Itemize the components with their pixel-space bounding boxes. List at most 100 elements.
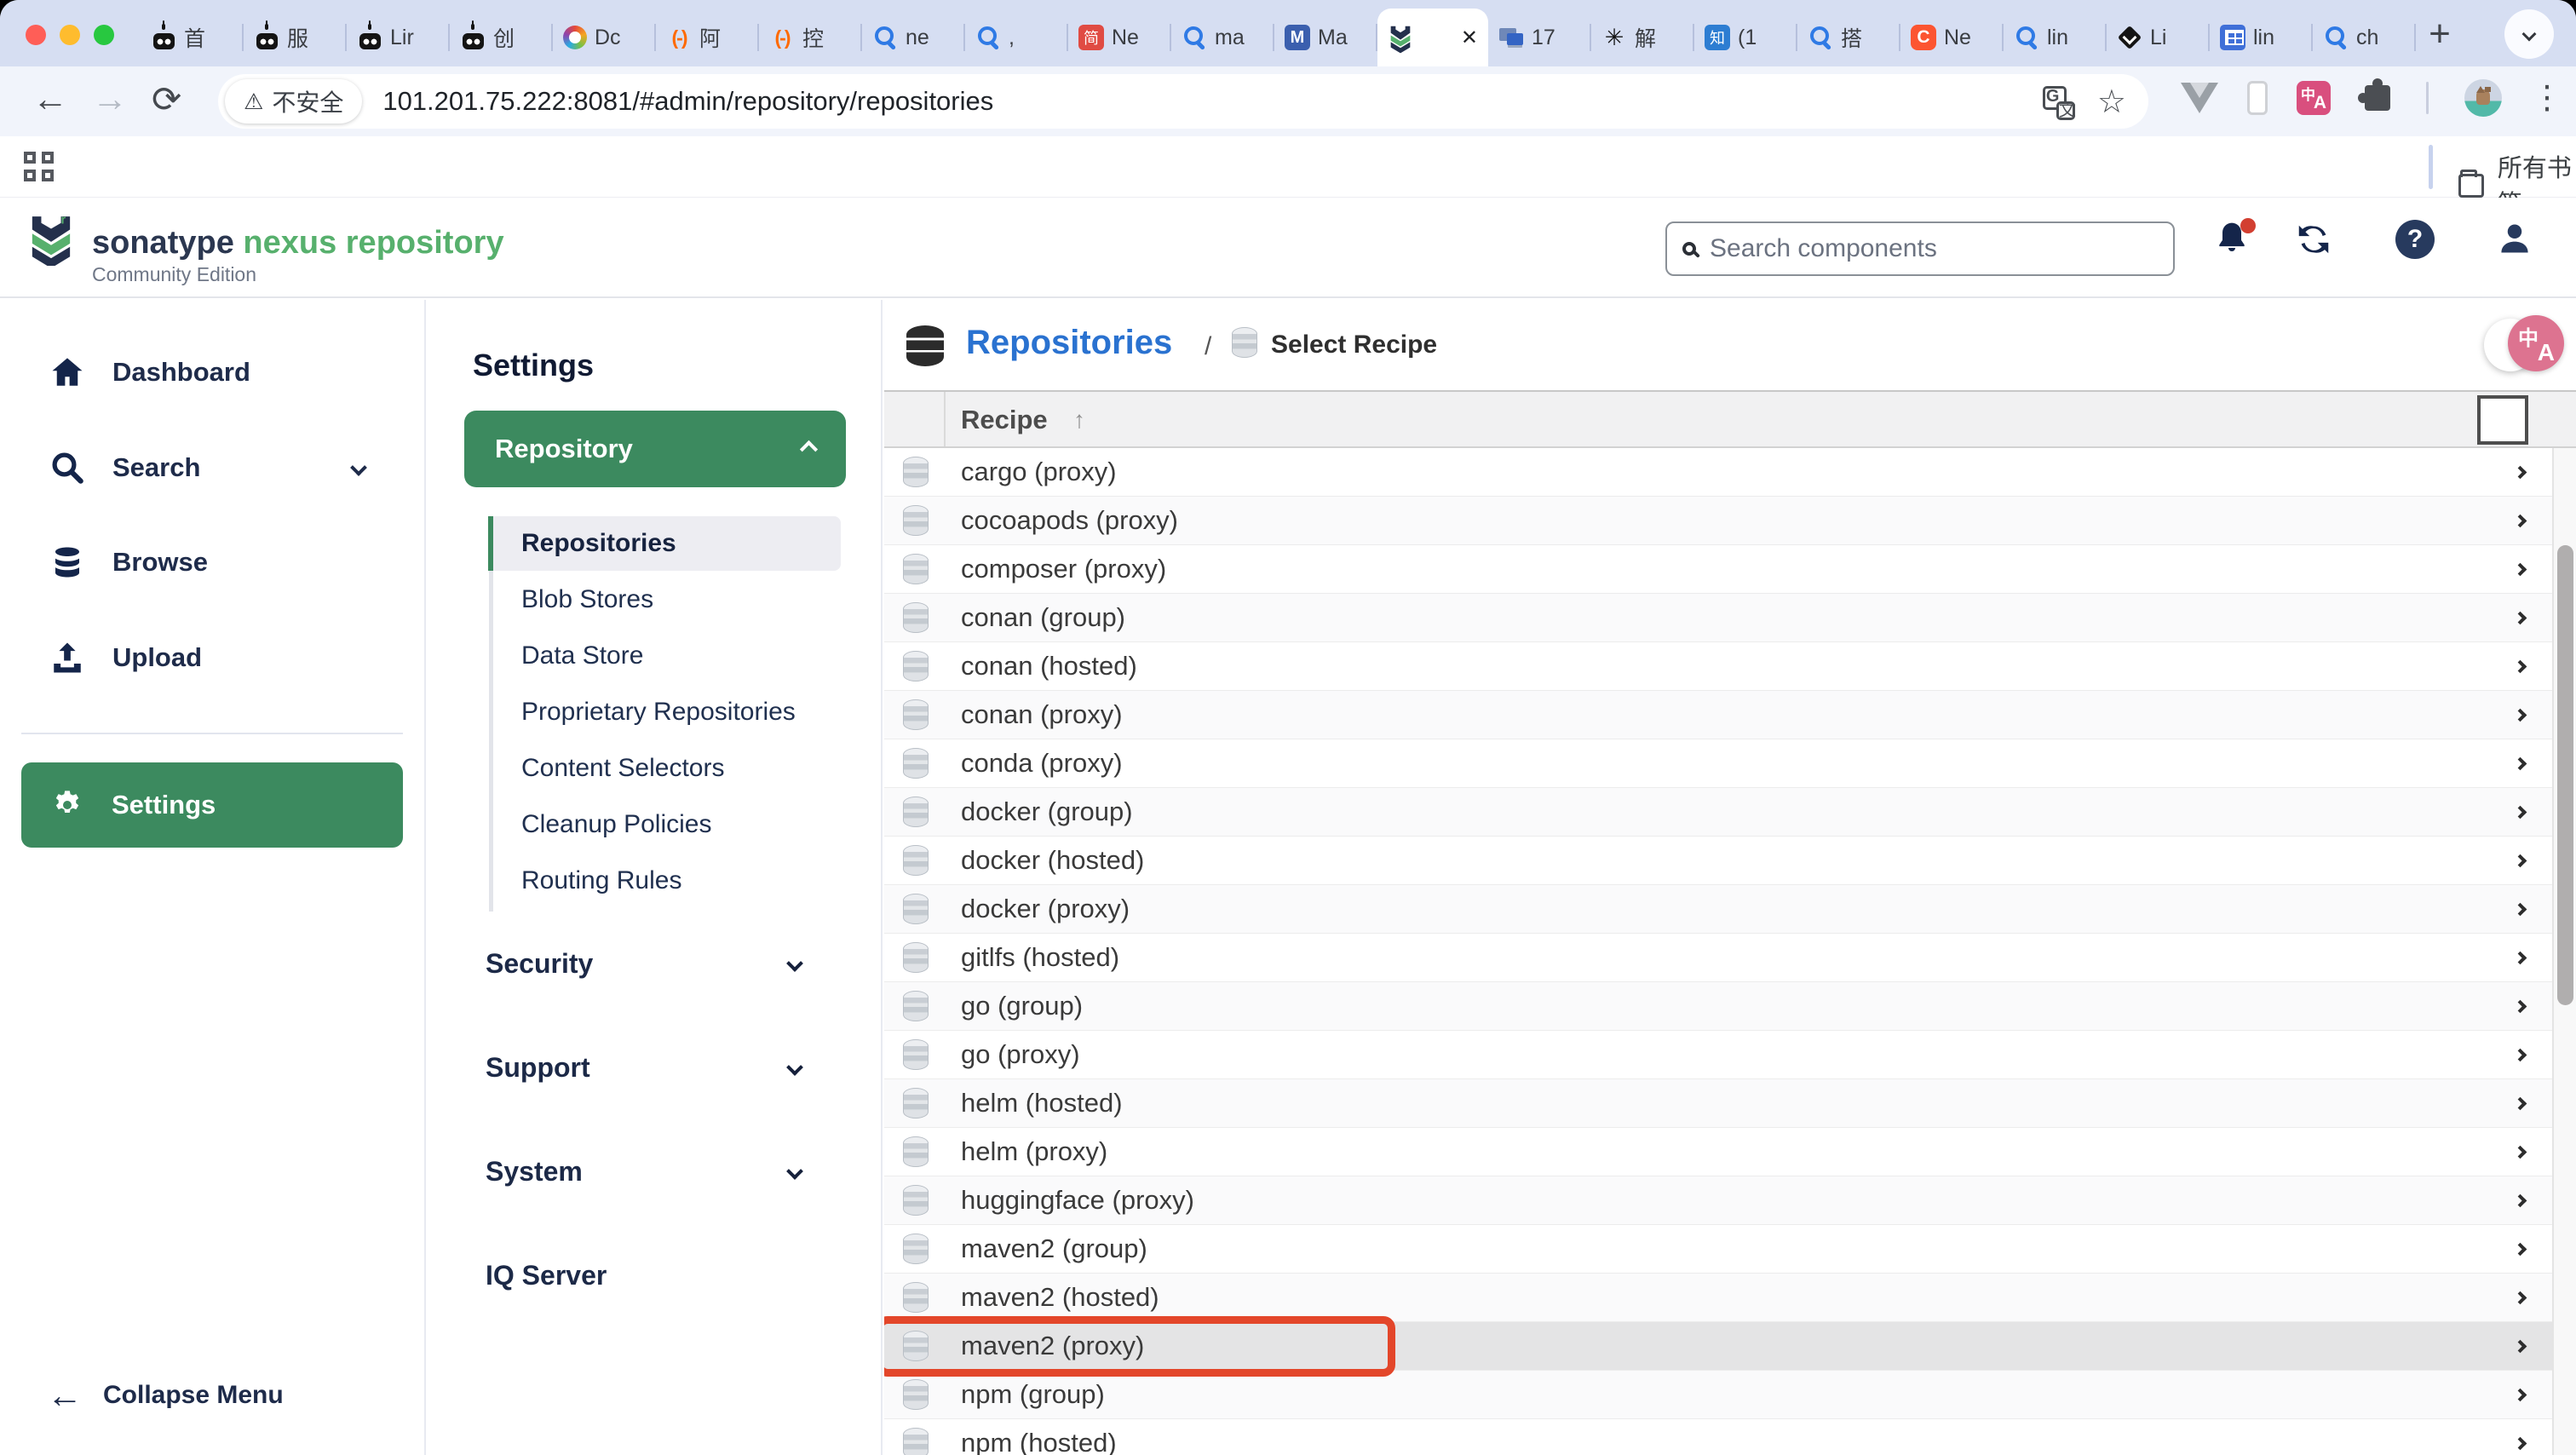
translate-fab-button[interactable]: 中A <box>2508 315 2564 371</box>
sidebar-item-upload[interactable]: Upload <box>0 628 424 687</box>
recipe-row-conan-proxy[interactable]: conan (proxy) <box>884 691 2552 739</box>
section-support[interactable]: Support <box>486 1041 826 1094</box>
recipe-row-conan-group[interactable]: conan (group) <box>884 594 2552 642</box>
browser-tab[interactable]: ma <box>1171 9 1274 66</box>
subnav-item-blob-stores[interactable]: Blob Stores <box>493 572 846 627</box>
recipe-row-maven2-proxy-highlighted[interactable]: maven2 (proxy) <box>884 1322 2552 1371</box>
browser-tab[interactable]: Li <box>2107 9 2210 66</box>
bookmark-star-icon[interactable]: ☆ <box>2097 83 2126 121</box>
site-security-chip[interactable]: ⚠ 不安全 <box>225 79 362 124</box>
browser-tab[interactable]: 简Ne <box>1068 9 1171 66</box>
new-tab-button[interactable]: + <box>2416 10 2464 58</box>
sidebar-item-settings[interactable]: Settings <box>21 762 403 848</box>
subnav-item-proprietary-repositories[interactable]: Proprietary Repositories <box>493 685 846 739</box>
browser-tab[interactable]: ne <box>862 9 965 66</box>
sidebar-item-browse[interactable]: Browse <box>0 532 424 592</box>
subnav-item-content-selectors[interactable]: Content Selectors <box>493 741 846 796</box>
recipe-row-docker-group[interactable]: docker (group) <box>884 788 2552 837</box>
close-window-button[interactable] <box>26 25 46 45</box>
back-button[interactable]: ← <box>32 78 68 119</box>
browser-tab[interactable]: 服 <box>244 9 347 66</box>
vue-devtools-icon[interactable] <box>2181 83 2218 113</box>
search-components-input[interactable] <box>1708 233 2158 264</box>
recipe-row-npm-hosted[interactable]: npm (hosted) <box>884 1419 2552 1455</box>
help-icon[interactable]: ? <box>2395 220 2435 259</box>
recipe-row-helm-hosted[interactable]: helm (hosted) <box>884 1079 2552 1128</box>
recipe-row-go-group[interactable]: go (group) <box>884 982 2552 1031</box>
sort-ascending-icon[interactable]: ↑ <box>1073 406 1085 434</box>
recipe-row-maven2-group[interactable]: maven2 (group) <box>884 1225 2552 1274</box>
address-bar[interactable]: ⚠ 不安全 101.201.75.222:8081/#admin/reposit… <box>218 74 2148 129</box>
browser-tab[interactable]: (-)控 <box>759 9 862 66</box>
collapse-menu-button[interactable]: ← Collapse Menu <box>47 1375 284 1416</box>
recipe-row-conan-hosted[interactable]: conan (hosted) <box>884 642 2552 691</box>
breadcrumb-repositories-link[interactable]: Repositories <box>966 324 1172 362</box>
browser-tab[interactable]: Lir <box>347 9 450 66</box>
recipe-row-go-proxy[interactable]: go (proxy) <box>884 1031 2552 1079</box>
active-tab-nexus[interactable]: ✕ <box>1377 9 1488 66</box>
tab-overflow-button[interactable] <box>2504 9 2554 59</box>
mobile-extension-icon[interactable] <box>2247 81 2268 115</box>
settings-title: Settings <box>473 348 594 383</box>
chevron-down-icon[interactable] <box>350 459 367 476</box>
subnav-item-cleanup-policies[interactable]: Cleanup Policies <box>493 797 846 852</box>
recipe-row-helm-proxy[interactable]: helm (proxy) <box>884 1128 2552 1176</box>
recipe-row-conda-proxy[interactable]: conda (proxy) <box>884 739 2552 788</box>
main-sidebar: Dashboard Search Browse Upload Settings <box>0 300 426 1455</box>
section-system[interactable]: System <box>486 1145 826 1198</box>
reload-button[interactable]: ⟳ <box>152 78 181 120</box>
section-iq-server[interactable]: IQ Server <box>486 1249 826 1302</box>
recipe-column-header[interactable]: Recipe <box>961 405 1048 435</box>
chevron-right-icon <box>2514 708 2527 722</box>
repository-section-button[interactable]: Repository <box>464 411 846 487</box>
zoom-window-button[interactable] <box>94 25 114 45</box>
section-security[interactable]: Security <box>486 937 826 990</box>
apps-grid-icon[interactable] <box>24 152 54 181</box>
forward-button[interactable]: → <box>92 78 128 119</box>
global-search[interactable] <box>1665 221 2175 276</box>
subnav-item-routing-rules[interactable]: Routing Rules <box>493 854 846 908</box>
arrow-left-icon: ← <box>47 1375 83 1416</box>
recipe-row-docker-proxy[interactable]: docker (proxy) <box>884 885 2552 934</box>
browser-tab[interactable]: Dc <box>553 9 656 66</box>
browser-tab[interactable]: ch <box>2313 9 2416 66</box>
recipe-row-maven2-hosted[interactable]: maven2 (hosted) <box>884 1274 2552 1322</box>
sidebar-item-dashboard[interactable]: Dashboard <box>0 342 424 402</box>
browser-tab[interactable]: 17 <box>1488 9 1591 66</box>
browser-tab[interactable]: 首 <box>141 9 244 66</box>
recipe-row-cocoapods-proxy[interactable]: cocoapods (proxy) <box>884 497 2552 545</box>
browser-tab[interactable]: MMa <box>1274 9 1377 66</box>
nexus-logo[interactable]: r sonatype nexus repository Community Ed… <box>29 215 504 286</box>
browser-tab[interactable]: lin <box>2004 9 2107 66</box>
close-tab-icon[interactable]: ✕ <box>1461 26 1478 50</box>
recipe-row-huggingface-proxy[interactable]: huggingface (proxy) <box>884 1176 2552 1225</box>
browser-tab[interactable]: CNe <box>1900 9 2004 66</box>
sync-icon[interactable] <box>2294 220 2335 261</box>
browser-tab[interactable]: 创 <box>450 9 553 66</box>
recipe-row-cargo-proxy[interactable]: cargo (proxy) <box>884 448 2552 497</box>
browser-tab[interactable]: , <box>965 9 1068 66</box>
subnav-item-repositories[interactable]: Repositories <box>488 516 841 571</box>
profile-avatar[interactable] <box>2464 79 2502 117</box>
browser-tab[interactable]: 搭 <box>1797 9 1900 66</box>
browser-tab[interactable]: (-)阿 <box>656 9 759 66</box>
recipe-row-composer-proxy[interactable]: composer (proxy) <box>884 545 2552 594</box>
recipe-row-npm-group[interactable]: npm (group) <box>884 1371 2552 1419</box>
browser-tab[interactable]: 知(1 <box>1694 9 1797 66</box>
sidebar-item-search[interactable]: Search <box>0 438 424 497</box>
table-scrollbar-track[interactable] <box>2552 448 2576 1455</box>
notifications-bell-icon[interactable] <box>2213 220 2254 261</box>
subnav-item-data-store[interactable]: Data Store <box>493 629 846 683</box>
translate-extension-icon[interactable]: 中A <box>2297 81 2331 115</box>
recipe-row-gitlfs-hosted[interactable]: gitlfs (hosted) <box>884 934 2552 982</box>
extensions-puzzle-icon[interactable] <box>2365 85 2390 111</box>
search-favicon-icon <box>2323 25 2349 50</box>
table-scrollbar-thumb[interactable] <box>2557 545 2573 1005</box>
browser-tab[interactable]: lin <box>2210 9 2313 66</box>
minimize-window-button[interactable] <box>60 25 80 45</box>
user-icon[interactable] <box>2496 220 2537 261</box>
translate-icon[interactable]: G文 <box>2043 86 2073 117</box>
browser-tab[interactable]: ✳解 <box>1591 9 1694 66</box>
recipe-row-docker-hosted[interactable]: docker (hosted) <box>884 837 2552 885</box>
menu-kebab-icon[interactable]: ⋮ <box>2531 78 2563 117</box>
